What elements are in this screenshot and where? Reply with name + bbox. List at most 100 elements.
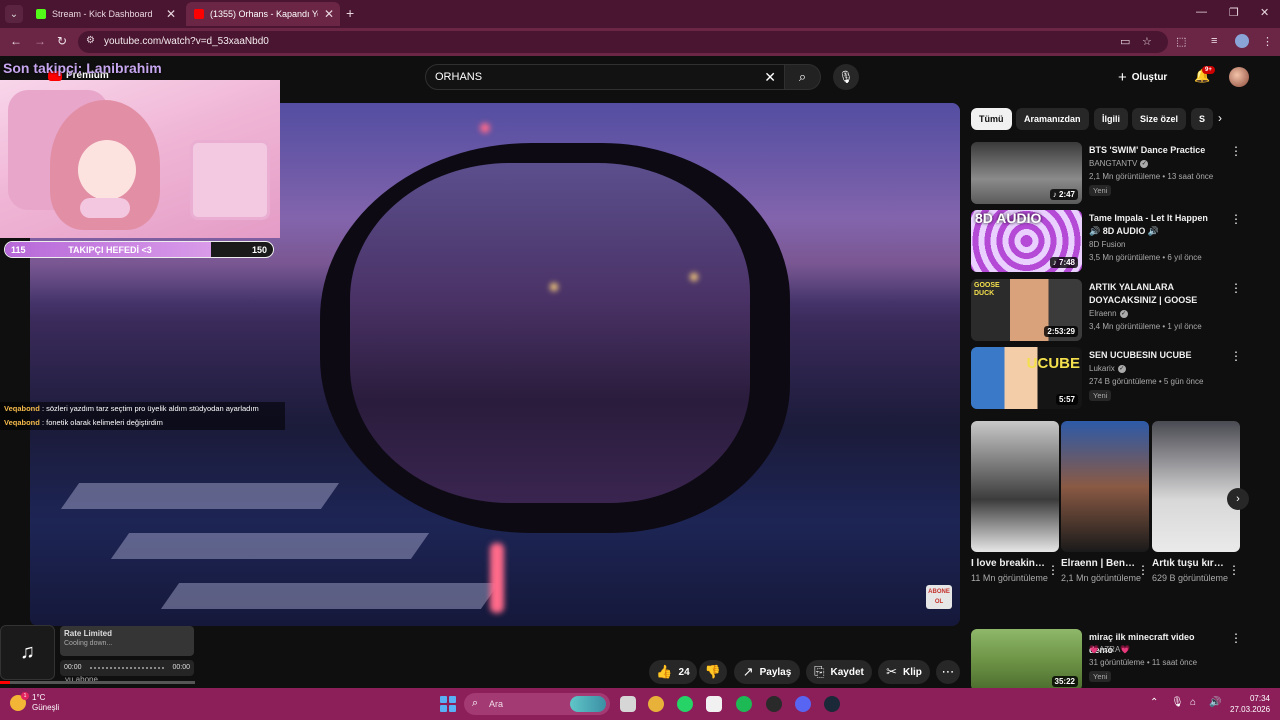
obs-icon[interactable] (766, 696, 782, 712)
volume-icon[interactable]: 🔊 (1209, 697, 1221, 708)
save-button[interactable]: ⎘ Kaydet (806, 660, 872, 684)
chip-from-search[interactable]: Aramanızdan (1016, 108, 1089, 130)
maximize-icon[interactable]: ❐ (1229, 6, 1239, 19)
minimize-icon[interactable]: — (1196, 6, 1207, 18)
whatsapp-icon[interactable] (677, 696, 693, 712)
recommendation-item[interactable]: ♪ 2:47 BTS 'SWIM' Dance Practice BANGTAN… (971, 142, 1242, 204)
more-vertical-icon[interactable]: ⋮ (1137, 563, 1149, 577)
address-bar[interactable]: ⚙ youtube.com/watch?v=d_53xaaNbd0 ▭ ☆ (78, 31, 1168, 53)
chip-all[interactable]: Tümü (971, 108, 1012, 130)
more-vertical-icon[interactable]: ⋮ (1230, 631, 1242, 645)
video-meta: 3,4 Mn görüntüleme • 1 yıl önce (1089, 322, 1202, 331)
short-item[interactable]: Elraenn | Bende düet... 2,1 Mn görüntüle… (1061, 421, 1149, 585)
taskbar-search[interactable]: ⌕ Ara (464, 693, 610, 715)
extensions-icon[interactable]: ⬚ (1176, 35, 1186, 48)
video-thumbnail[interactable]: GOOSE DUCK 2:53:29 (971, 279, 1082, 341)
bookmark-star-icon[interactable]: ☆ (1142, 35, 1152, 48)
new-badge: Yeni (1089, 390, 1112, 401)
spotify-icon[interactable] (736, 696, 752, 712)
reload-icon[interactable]: ↻ (57, 34, 67, 48)
thumbnail-text: 8D AUDIO (975, 210, 1042, 226)
street-light (690, 273, 698, 281)
video-thumbnail[interactable]: ♪ 2:47 (971, 142, 1082, 204)
task-view-icon[interactable] (620, 696, 636, 712)
tray-chevron-icon[interactable]: ⌃ (1150, 697, 1158, 708)
steam-icon[interactable] (824, 696, 840, 712)
search-input[interactable]: ORHANS ✕ (425, 64, 785, 90)
video-progress-strip[interactable] (0, 681, 195, 684)
chrome-icon[interactable] (648, 696, 664, 712)
dislike-button[interactable]: 👎 (699, 660, 727, 684)
subscribe-watermark[interactable]: ABONE OL (926, 585, 952, 609)
account-avatar[interactable] (1229, 67, 1249, 87)
tray-mic-icon[interactable]: 🎙 (1171, 697, 1184, 708)
site-info-icon[interactable]: ⚙ (86, 35, 95, 46)
tab-youtube-video[interactable]: (1355) Orhans - Kapandı Yolun ✕ (186, 2, 340, 26)
close-window-icon[interactable]: ✕ (1260, 6, 1269, 19)
create-button[interactable]: + Oluştur (1118, 66, 1167, 88)
like-button[interactable]: 👍 24 (649, 660, 697, 684)
video-thumbnail[interactable]: 35:22 (971, 629, 1082, 691)
tab-search-button[interactable]: ⌄ (5, 5, 23, 23)
verified-icon: ✓ (1117, 364, 1126, 373)
more-vertical-icon[interactable]: ⋮ (1228, 563, 1240, 577)
short-item[interactable]: I love breaking th... 11 Mn görüntüleme … (971, 421, 1059, 585)
browser-profile-avatar[interactable] (1235, 34, 1249, 48)
browser-menu-icon[interactable]: ⋮ (1262, 35, 1273, 48)
time-end: 00:00 (172, 664, 190, 671)
clear-search-icon[interactable]: ✕ (764, 69, 776, 86)
snipping-tool-icon[interactable] (706, 696, 722, 712)
chip-for-you[interactable]: Size özel (1132, 108, 1187, 130)
network-icon[interactable]: ⌂ (1190, 697, 1196, 708)
new-tab-icon[interactable]: + (346, 5, 354, 21)
shorts-next-arrow-icon[interactable]: › (1227, 488, 1249, 510)
more-actions-button[interactable]: ⋯ (936, 660, 960, 684)
chip-more[interactable]: S (1191, 108, 1214, 130)
video-title[interactable]: BTS 'SWIM' Dance Practice (1089, 144, 1217, 157)
chip-related[interactable]: İlgili (1094, 108, 1128, 130)
back-icon[interactable]: ← (10, 34, 22, 48)
short-thumbnail[interactable] (1061, 421, 1149, 552)
windows-start-icon[interactable] (440, 696, 456, 712)
more-vertical-icon[interactable]: ⋮ (1047, 563, 1059, 577)
channel-name[interactable]: BANGTANTV ✓ (1089, 159, 1149, 168)
short-thumbnail[interactable] (971, 421, 1059, 552)
recommendation-item[interactable]: 35:22 miraç ilk minecraft video demo 💗AZ… (971, 629, 1242, 691)
tab-close-icon[interactable]: ✕ (324, 7, 334, 21)
weather-widget[interactable]: 1 1°C Güneşli (10, 692, 59, 713)
recommendation-item[interactable]: UCUBE 5:57 SEN UCUBESIN UCUBE Lukarix ✓ 2… (971, 347, 1242, 409)
chevron-right-icon[interactable]: › (1218, 111, 1222, 125)
search-button[interactable]: ⌕ (785, 64, 821, 90)
voice-search-button[interactable]: 🎙 (833, 64, 859, 90)
tab-close-icon[interactable]: ✕ (166, 7, 176, 21)
more-vertical-icon[interactable]: ⋮ (1230, 144, 1242, 158)
video-title[interactable]: Tame Impala - Let It Happen 🔊 8D AUDIO 🔊 (1089, 212, 1217, 238)
short-title[interactable]: I love breaking th... (971, 558, 1045, 569)
more-vertical-icon[interactable]: ⋮ (1230, 212, 1242, 226)
discord-icon[interactable] (795, 696, 811, 712)
system-clock[interactable]: 07:34 27.03.2026 (1230, 693, 1270, 715)
more-vertical-icon[interactable]: ⋮ (1230, 281, 1242, 295)
tab-kick-dashboard[interactable]: Stream - Kick Dashboard ✕ (28, 2, 182, 26)
channel-name[interactable]: 8D Fusion (1089, 240, 1125, 249)
share-button[interactable]: ↗ Paylaş (734, 660, 800, 684)
video-title[interactable]: ARTIK YALANLARA DOYACAKSINIZ | GOOSE GOO… (1089, 281, 1217, 307)
reading-list-icon[interactable]: ≡ (1211, 35, 1217, 47)
short-thumbnail[interactable] (1152, 421, 1240, 552)
channel-name[interactable]: 💗AZRA💗 (1089, 645, 1130, 654)
channel-name[interactable]: Lukarix ✓ (1089, 364, 1126, 373)
recommendation-item[interactable]: 8D AUDIO ♪ 7:48 Tame Impala - Let It Hap… (971, 210, 1242, 272)
more-vertical-icon[interactable]: ⋮ (1230, 349, 1242, 363)
rate-time-bar: 00:00 00:00 (60, 660, 194, 676)
forward-icon[interactable]: → (34, 34, 46, 48)
video-thumbnail[interactable]: 8D AUDIO ♪ 7:48 (971, 210, 1082, 272)
short-title[interactable]: Artık tuşu kırık değil ... (1152, 558, 1226, 569)
channel-name[interactable]: Elraenn ✓ (1089, 309, 1128, 318)
clip-button[interactable]: ✂ Klip (878, 660, 930, 684)
recommendation-item[interactable]: GOOSE DUCK 2:53:29 ARTIK YALANLARA DOYAC… (971, 279, 1242, 341)
follower-goal-bar: 115 TAKIPÇI HEFEDİ <3 150 (4, 241, 274, 258)
video-title[interactable]: SEN UCUBESIN UCUBE (1089, 349, 1217, 362)
video-thumbnail[interactable]: UCUBE 5:57 (971, 347, 1082, 409)
short-title[interactable]: Elraenn | Bende düet... (1061, 558, 1135, 569)
cast-icon[interactable]: ▭ (1120, 35, 1130, 48)
